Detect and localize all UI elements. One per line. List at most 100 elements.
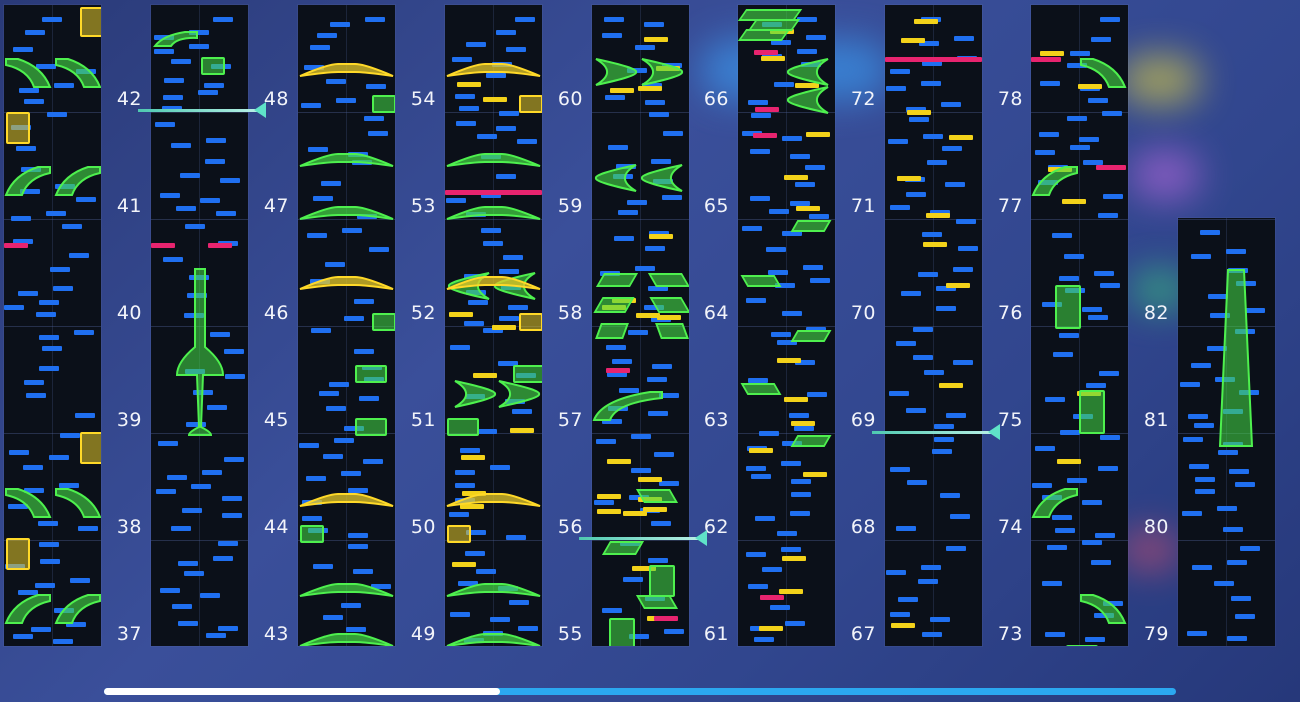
chart-column[interactable] xyxy=(592,5,689,646)
measure-number: 59 xyxy=(557,195,583,217)
slide-star-note xyxy=(299,583,394,597)
chart-column[interactable] xyxy=(1178,218,1275,646)
tap-note xyxy=(907,480,927,485)
tap-note xyxy=(662,195,682,200)
chart-column[interactable] xyxy=(445,5,542,646)
tap-note xyxy=(155,122,175,127)
tap-note xyxy=(31,627,51,632)
tap-note xyxy=(222,513,242,518)
tap-note xyxy=(460,448,480,453)
tap-note xyxy=(1217,506,1237,511)
tap-note xyxy=(464,321,484,326)
tap-note xyxy=(1040,81,1060,86)
tap-note xyxy=(313,564,333,569)
tap-note xyxy=(24,99,44,104)
tap-note xyxy=(13,47,33,52)
tap-note xyxy=(344,316,364,321)
tap-note xyxy=(368,131,388,136)
tap-note xyxy=(466,42,486,47)
tap-note xyxy=(515,17,535,22)
tap-note xyxy=(1052,233,1072,238)
slide-chevron xyxy=(595,58,637,86)
tap-note xyxy=(748,100,768,105)
gold-note xyxy=(761,56,785,61)
pink-note xyxy=(445,190,542,195)
tap-note xyxy=(809,214,829,219)
slide-star-note xyxy=(446,276,541,290)
measure-number: 43 xyxy=(263,623,289,645)
chart-column[interactable] xyxy=(151,5,248,646)
gold-note xyxy=(806,132,830,137)
tap-note xyxy=(604,17,624,22)
tap-note xyxy=(49,455,69,460)
measure-number: 38 xyxy=(116,516,142,538)
playhead-marker-icon[interactable] xyxy=(254,102,266,118)
tap-note xyxy=(750,149,770,154)
slide-note xyxy=(635,489,679,503)
measure-number: 81 xyxy=(1143,409,1169,431)
tap-note xyxy=(755,516,775,521)
pink-note xyxy=(654,616,678,621)
hold-note xyxy=(609,618,635,646)
measure-number: 45 xyxy=(263,409,289,431)
tap-note xyxy=(886,86,906,91)
pink-note xyxy=(754,50,778,55)
tap-note xyxy=(206,138,226,143)
tap-note xyxy=(325,262,345,267)
measure-number: 66 xyxy=(703,88,729,110)
measure-number: 55 xyxy=(557,623,583,645)
tap-note xyxy=(39,335,59,340)
scrollbar-thumb[interactable] xyxy=(104,688,500,695)
chart-column[interactable] xyxy=(298,5,395,646)
chart-column[interactable] xyxy=(1031,5,1128,646)
tap-note xyxy=(4,305,24,310)
slide-star-note xyxy=(299,276,394,290)
measure-number: 65 xyxy=(703,195,729,217)
tap-note xyxy=(896,526,916,531)
playhead-line[interactable] xyxy=(579,537,699,540)
tap-note xyxy=(932,449,952,454)
tap-note xyxy=(890,612,910,617)
tap-note xyxy=(75,413,95,418)
tap-note xyxy=(746,552,766,557)
slide-star-note xyxy=(446,63,541,77)
measure-number: 64 xyxy=(703,302,729,324)
tap-note xyxy=(200,593,220,598)
tap-note xyxy=(901,291,921,296)
gold-note xyxy=(461,455,485,460)
tap-note xyxy=(319,391,339,396)
slide-note xyxy=(55,488,101,518)
playhead-line[interactable] xyxy=(872,431,992,434)
playhead-marker-icon[interactable] xyxy=(988,424,1000,440)
lane-divider xyxy=(933,5,934,646)
tap-note xyxy=(363,459,383,464)
tap-note xyxy=(496,126,516,131)
measure-number: 47 xyxy=(263,195,289,217)
tap-note xyxy=(1035,150,1055,155)
tap-note xyxy=(922,232,942,237)
chart-column[interactable] xyxy=(738,5,835,646)
slide-star-note xyxy=(299,493,394,507)
playhead-marker-icon[interactable] xyxy=(695,530,707,546)
measure-number: 82 xyxy=(1143,302,1169,324)
playhead-line[interactable] xyxy=(138,109,258,112)
tap-note xyxy=(483,241,503,246)
tap-note xyxy=(1200,230,1220,235)
chart-column[interactable] xyxy=(885,5,982,646)
gold-note xyxy=(949,135,973,140)
tap-note xyxy=(1094,271,1114,276)
slide-star-note xyxy=(299,633,394,646)
tap-note xyxy=(171,59,191,64)
slide-star-note xyxy=(299,206,394,220)
chart-column[interactable] xyxy=(4,5,101,646)
slide-star-note xyxy=(446,633,541,646)
pink-note xyxy=(755,107,779,112)
tap-note xyxy=(1182,511,1202,516)
tap-note xyxy=(1103,194,1123,199)
pink-note xyxy=(885,57,982,62)
tap-note xyxy=(941,102,961,107)
tap-note xyxy=(602,608,622,613)
gold-note xyxy=(483,97,507,102)
tap-note xyxy=(354,299,374,304)
gold-note xyxy=(607,459,631,464)
